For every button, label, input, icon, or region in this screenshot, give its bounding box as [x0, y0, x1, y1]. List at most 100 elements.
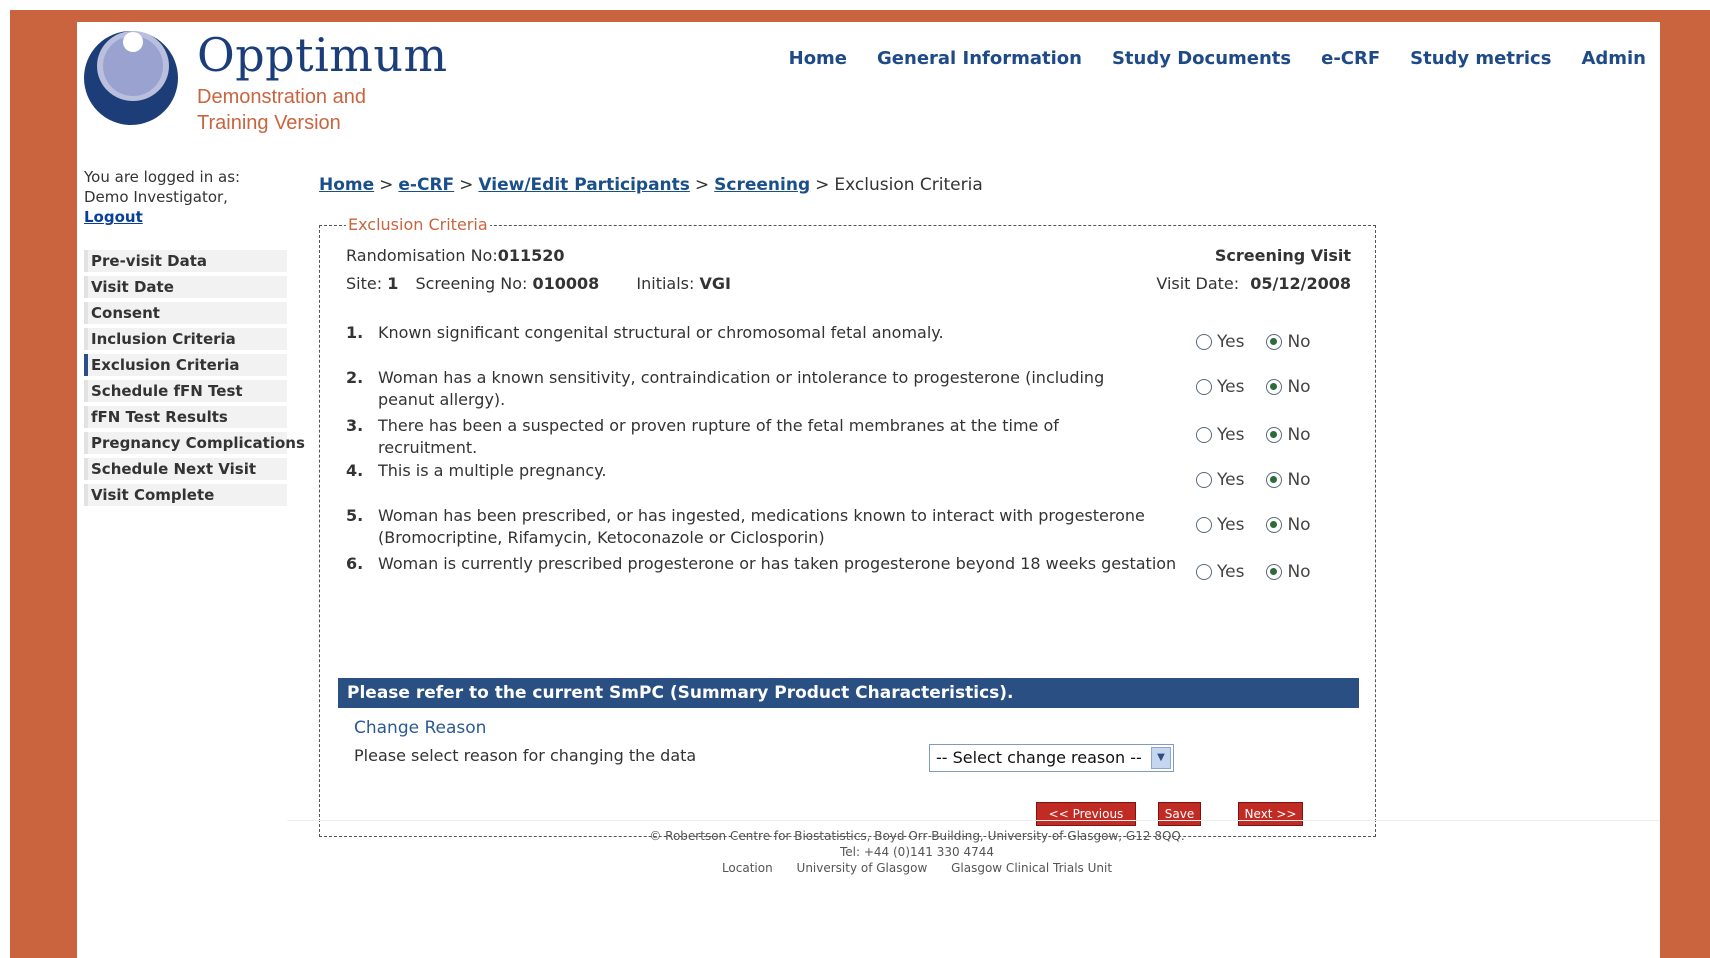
next-button[interactable]: Next >> [1238, 802, 1303, 826]
radio-icon [1196, 517, 1212, 533]
visit-date-value: 05/12/2008 [1250, 274, 1351, 293]
question-2-yes[interactable]: Yes [1196, 377, 1244, 397]
login-info: You are logged in as: Demo Investigator,… [84, 167, 284, 227]
previous-button[interactable]: << Previous [1036, 802, 1136, 826]
question-3-yes[interactable]: Yes [1196, 425, 1244, 445]
nav-admin[interactable]: Admin [1581, 48, 1646, 69]
nav-ecrf[interactable]: e-CRF [1321, 48, 1380, 69]
chevron-down-icon[interactable]: ▼ [1151, 747, 1171, 769]
site-value: 1 [387, 274, 399, 293]
yes-label: Yes [1217, 470, 1245, 490]
visit-date-label: Visit Date: [1156, 274, 1240, 293]
question-5-yes[interactable]: Yes [1196, 515, 1244, 535]
randomisation-row: Randomisation No:011520 [346, 246, 565, 265]
sidemenu-item-pre-visit-data[interactable]: Pre-visit Data [84, 250, 287, 272]
question-number: 5. [346, 506, 364, 525]
yes-label: Yes [1217, 515, 1245, 535]
radio-selected-icon [1266, 334, 1283, 350]
no-label: No [1287, 377, 1311, 397]
question-6-yes[interactable]: Yes [1196, 562, 1244, 582]
question-6-no[interactable]: No [1266, 562, 1311, 582]
question-4-no[interactable]: No [1266, 470, 1311, 490]
question-5-no[interactable]: No [1266, 515, 1311, 535]
question-1-no[interactable]: No [1266, 332, 1311, 352]
breadcrumb-view-edit-participants[interactable]: View/Edit Participants [478, 175, 690, 195]
radio-selected-icon [1266, 472, 1283, 488]
breadcrumb: Home > e-CRF > View/Edit Participants > Screen… [319, 175, 983, 195]
login-label: You are logged in as: [84, 168, 241, 186]
nav-study-documents[interactable]: Study Documents [1112, 48, 1291, 69]
no-label: No [1287, 425, 1311, 445]
question-6: 6. Woman is currently prescribed progest… [346, 553, 1186, 575]
logout-link[interactable]: Logout [84, 208, 143, 226]
no-label: No [1287, 470, 1311, 490]
fieldset-legend: Exclusion Criteria [346, 215, 490, 234]
question-number: 3. [346, 416, 364, 435]
logo[interactable]: Opptimum Demonstration and Training Vers… [83, 28, 447, 138]
question-text: This is a multiple pregnancy. [378, 461, 607, 480]
randomisation-number: 011520 [497, 246, 565, 265]
visit-date-row: Visit Date: 05/12/2008 [1156, 274, 1351, 293]
footer-link-location[interactable]: Location [722, 861, 773, 875]
question-1: 1. Known significant congenital structur… [346, 322, 1146, 344]
initials-value: VGI [699, 274, 731, 293]
question-1-yes[interactable]: Yes [1196, 332, 1244, 352]
sidemenu-item-pregnancy-complications[interactable]: Pregnancy Complications [84, 432, 305, 454]
breadcrumb-home[interactable]: Home [319, 175, 374, 195]
page: Opptimum Demonstration and Training Vers… [77, 22, 1660, 958]
question-2-no[interactable]: No [1266, 377, 1311, 397]
change-reason-title: Change Reason [354, 718, 487, 738]
radio-icon [1196, 334, 1212, 350]
sidemenu-item-consent[interactable]: Consent [84, 302, 287, 324]
question-2-options: Yes No [1196, 377, 1311, 397]
breadcrumb-separator: > [815, 175, 830, 195]
question-4: 4. This is a multiple pregnancy. [346, 460, 1146, 482]
save-button[interactable]: Save [1158, 802, 1201, 826]
sidemenu-item-schedule-ffn-test[interactable]: Schedule fFN Test [84, 380, 287, 402]
exclusion-criteria-fieldset: Exclusion Criteria Randomisation No:0115… [319, 215, 1376, 837]
question-number: 1. [346, 323, 364, 342]
radio-icon [1196, 427, 1212, 443]
question-2: 2. Woman has a known sensitivity, contra… [346, 367, 1146, 411]
yes-label: Yes [1217, 332, 1245, 352]
nav-home[interactable]: Home [789, 48, 847, 69]
sidemenu-item-inclusion-criteria[interactable]: Inclusion Criteria [84, 328, 287, 350]
footer-links: Location University of Glasgow Glasgow C… [517, 860, 1317, 876]
radio-selected-icon [1266, 564, 1283, 580]
screening-value: 010008 [532, 274, 600, 293]
smpc-notice-bar: Please refer to the current SmPC (Summar… [338, 678, 1359, 708]
question-3-options: Yes No [1196, 425, 1311, 445]
sidemenu-item-visit-date[interactable]: Visit Date [84, 276, 287, 298]
nav-general-information[interactable]: General Information [877, 48, 1082, 69]
yes-label: Yes [1217, 377, 1245, 397]
sidemenu-item-ffn-test-results[interactable]: fFN Test Results [84, 406, 287, 428]
logo-disc-icon [84, 31, 178, 125]
change-reason-select[interactable]: -- Select change reason -- ▼ [929, 744, 1174, 772]
footer: © Robertson Centre for Biostatistics, Bo… [517, 828, 1317, 876]
question-text: Woman is currently prescribed progestero… [378, 554, 1177, 573]
sidemenu-item-visit-complete[interactable]: Visit Complete [84, 484, 287, 506]
sidemenu-item-exclusion-criteria[interactable]: Exclusion Criteria [84, 354, 287, 376]
visit-title: Screening Visit [1215, 246, 1351, 265]
nav-study-metrics[interactable]: Study metrics [1410, 48, 1551, 69]
question-4-options: Yes No [1196, 470, 1311, 490]
breadcrumb-ecrf[interactable]: e-CRF [398, 175, 454, 195]
breadcrumb-screening[interactable]: Screening [714, 175, 810, 195]
question-text: Known significant congenital structural … [378, 323, 944, 342]
site-label: Site: [346, 274, 383, 293]
radio-icon [1196, 379, 1212, 395]
footer-telephone: Tel: +44 (0)141 330 4744 [840, 845, 994, 859]
question-5-options: Yes No [1196, 515, 1311, 535]
no-label: No [1287, 332, 1311, 352]
question-4-yes[interactable]: Yes [1196, 470, 1244, 490]
no-label: No [1287, 562, 1311, 582]
logo-subtitle: Demonstration and Training Version [197, 86, 366, 134]
footer-link-university[interactable]: University of Glasgow [797, 861, 928, 875]
change-reason-label: Please select reason for changing the da… [354, 746, 697, 765]
breadcrumb-current: Exclusion Criteria [834, 175, 983, 195]
footer-link-clinical-trials-unit[interactable]: Glasgow Clinical Trials Unit [951, 861, 1112, 875]
radio-icon [1196, 472, 1212, 488]
sidemenu-item-schedule-next-visit[interactable]: Schedule Next Visit [84, 458, 287, 480]
question-text: There has been a suspected or proven rup… [378, 416, 1059, 457]
question-3-no[interactable]: No [1266, 425, 1311, 445]
